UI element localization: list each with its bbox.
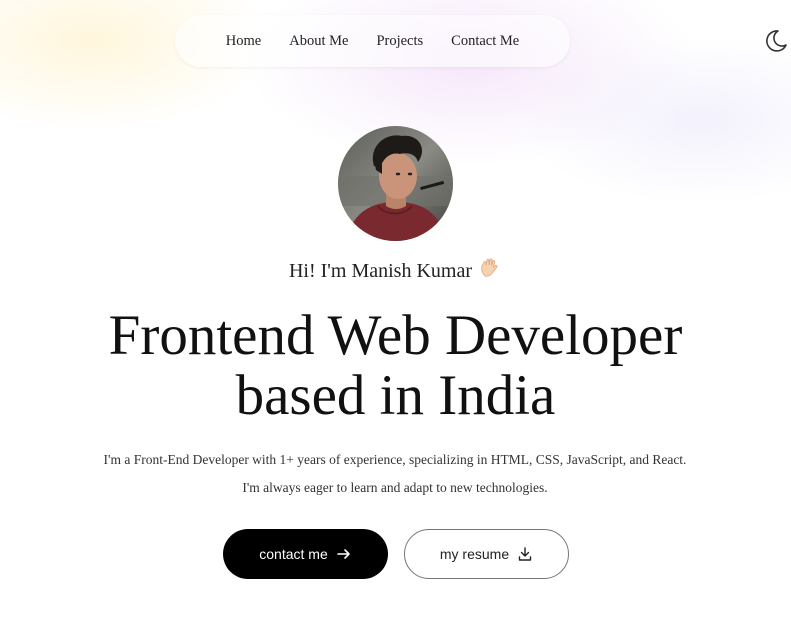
arrow-right-icon	[336, 549, 350, 559]
nav-item-projects[interactable]: Projects	[376, 33, 423, 50]
waving-hand-icon	[478, 256, 502, 286]
headline-line-1: Frontend Web Developer	[108, 304, 683, 367]
bio-text: I'm a Front-End Developer with 1+ years …	[103, 452, 687, 495]
download-icon	[518, 547, 532, 561]
theme-toggle-button[interactable]	[762, 27, 790, 55]
moon-icon	[766, 30, 787, 52]
headline: Frontend Web Developer based in India	[0, 306, 791, 426]
avatar	[338, 126, 453, 241]
nav-item-contact-me[interactable]: Contact Me	[451, 33, 519, 50]
my-resume-button[interactable]: my resume	[404, 529, 569, 579]
contact-me-label: contact me	[259, 546, 328, 562]
greeting: Hi! I'm Manish Kumar	[0, 256, 791, 286]
nav-item-home[interactable]: Home	[226, 33, 261, 50]
greeting-text: Hi! I'm Manish Kumar	[288, 260, 473, 282]
page: Home About Me Projects Contact Me Hi! I'…	[0, 0, 791, 633]
nav-item-about-me[interactable]: About Me	[289, 33, 348, 50]
headline-line-2: based in India	[235, 364, 556, 427]
my-resume-label: my resume	[439, 546, 510, 562]
top-nav: Home About Me Projects Contact Me	[175, 15, 570, 67]
contact-me-button[interactable]: contact me	[223, 529, 388, 579]
